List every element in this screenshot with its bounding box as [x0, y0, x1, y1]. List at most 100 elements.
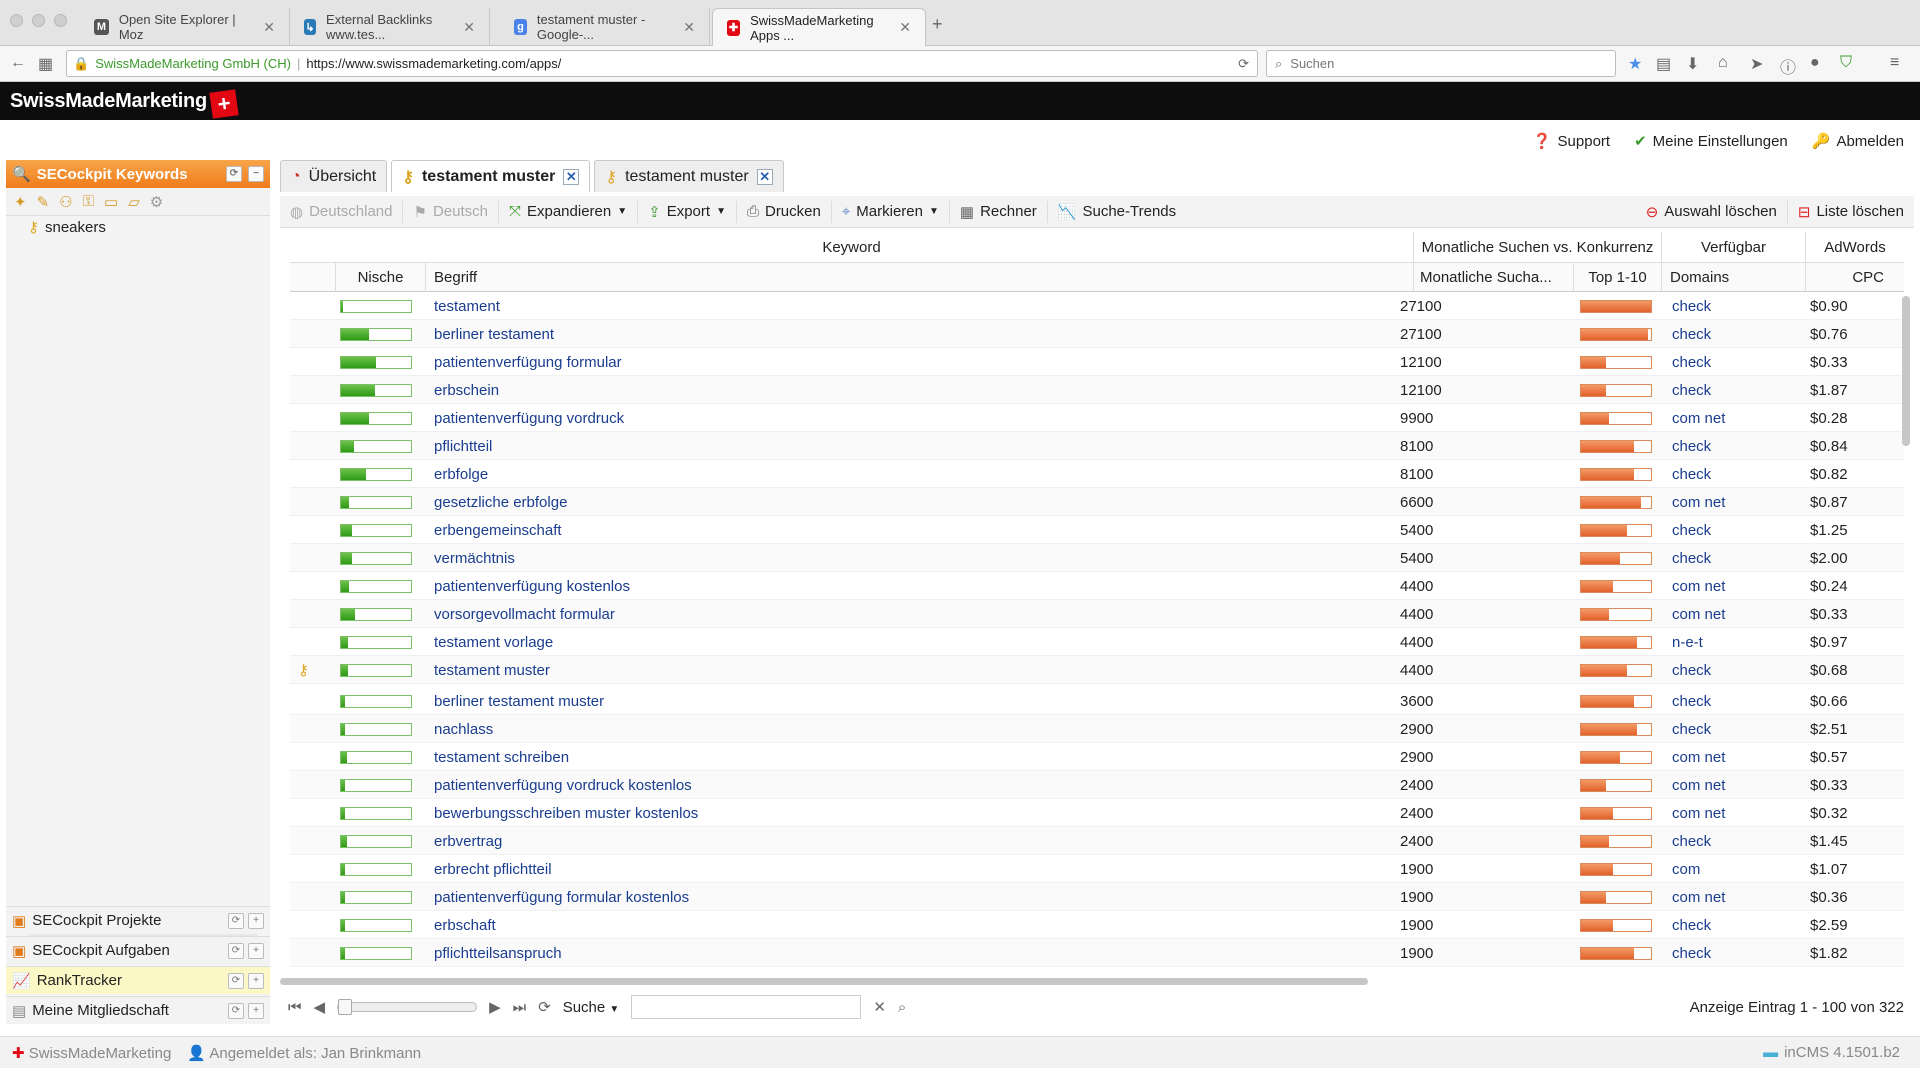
brand-logo[interactable]: SwissMadeMarketing + — [10, 89, 239, 119]
tab-testament-muster-active[interactable]: ⚷ testament muster ✕ — [391, 160, 591, 192]
url-bar[interactable]: 🔒 SwissMadeMarketing GmbH (CH) | https:/… — [66, 50, 1258, 77]
keyword-link[interactable]: erbengemeinschaft — [434, 516, 562, 544]
people-icon[interactable]: ⚇ — [59, 193, 72, 211]
table-row[interactable]: patientenverfügung vordruck kostenlos 240… — [290, 771, 1904, 799]
table-row[interactable]: erbschaft 1900 check $2.59 — [290, 911, 1904, 939]
collapse-icon[interactable]: − — [248, 166, 264, 182]
domains-link[interactable]: check — [1672, 432, 1711, 460]
clear-list-button[interactable]: ⊟ Liste löschen — [1788, 201, 1914, 223]
browser-tab-google[interactable]: g testament muster - Google-... ✕ — [500, 8, 710, 46]
reload-icon[interactable]: ⟳ — [1238, 56, 1249, 72]
country-button[interactable]: ◍ Deutschland — [280, 200, 404, 223]
expand-icon[interactable]: + — [248, 942, 264, 959]
edit-key-icon[interactable]: ✎ — [37, 193, 50, 211]
refresh-icon[interactable]: ⟳ — [226, 166, 242, 182]
col-header-term[interactable]: Begriff — [426, 262, 1414, 292]
grid-search-input[interactable] — [631, 995, 862, 1019]
shield-icon[interactable]: ⛉ — [1840, 54, 1852, 72]
new-folder-icon[interactable]: ▭ — [104, 193, 118, 211]
table-row[interactable]: bewerbungsschreiben muster kostenlos 2400… — [290, 799, 1904, 827]
keyword-link[interactable]: erbfolge — [434, 460, 488, 488]
chat-icon[interactable]: ● — [1810, 54, 1820, 72]
close-icon[interactable]: ✕ — [463, 19, 475, 36]
domains-link[interactable]: n-e-t — [1672, 628, 1703, 656]
close-icon[interactable]: ✕ — [756, 168, 773, 185]
clear-icon[interactable]: ✕ — [873, 998, 886, 1016]
logout-link[interactable]: 🔑 Abmelden — [1812, 132, 1904, 151]
domains-link[interactable]: com net — [1672, 799, 1725, 827]
open-folder-icon[interactable]: ▱ — [128, 193, 140, 211]
hamburger-menu-icon[interactable]: ≡ — [1890, 54, 1899, 72]
table-row[interactable]: erbvertrag 2400 check $1.45 — [290, 827, 1904, 855]
table-row[interactable]: erbschein 12100 check $1.87 — [290, 376, 1904, 404]
close-icon[interactable]: ✕ — [263, 19, 275, 36]
next-page-icon[interactable]: ▶ — [489, 998, 501, 1016]
domains-link[interactable]: check — [1672, 348, 1711, 376]
table-row[interactable]: pflichtteilsanspruch 1900 check $1.82 — [290, 939, 1904, 967]
print-button[interactable]: ⎙ Drucken — [737, 200, 832, 223]
info-icon[interactable]: ⓘ — [1780, 54, 1796, 78]
table-row[interactable]: erbengemeinschaft 5400 check $1.25 — [290, 516, 1904, 544]
table-row[interactable]: patientenverfügung kostenlos 4400 com net $… — [290, 572, 1904, 600]
gear-icon[interactable]: ⚙ — [150, 193, 163, 211]
browser-search-input[interactable]: ⌕ Suchen — [1266, 50, 1616, 77]
calculator-button[interactable]: ▦ Rechner — [950, 200, 1048, 223]
domains-link[interactable]: check — [1672, 911, 1711, 939]
mark-button[interactable]: ⌖ Markieren ▼ — [832, 200, 950, 223]
first-page-icon[interactable]: ⏮ — [288, 999, 302, 1016]
keyword-link[interactable]: testament schreiben — [434, 743, 569, 771]
panel-secockpit-projekte[interactable]: ▣ SECockpit Projekte ⟳ + — [6, 906, 270, 934]
refresh-icon[interactable]: ⟳ — [228, 1002, 244, 1019]
keyword-link[interactable]: berliner testament muster — [434, 687, 604, 715]
domains-link[interactable]: check — [1672, 544, 1711, 572]
domains-link[interactable]: check — [1672, 376, 1711, 404]
bookmark-star-icon[interactable]: ★ — [1628, 54, 1642, 74]
table-row[interactable]: berliner testament muster 3600 check $0.66 — [290, 687, 1904, 715]
expand-icon[interactable]: + — [248, 1002, 264, 1019]
keyword-link[interactable]: patientenverfügung formular kostenlos — [434, 883, 689, 911]
domains-link[interactable]: com net — [1672, 771, 1725, 799]
home-icon[interactable]: ⌂ — [1718, 54, 1728, 72]
keyword-link[interactable]: patientenverfügung vordruck kostenlos — [434, 771, 692, 799]
domains-link[interactable]: check — [1672, 516, 1711, 544]
slider-handle[interactable] — [338, 999, 353, 1015]
browser-tab-moz[interactable]: M Open Site Explorer | Moz ✕ — [80, 8, 290, 46]
page-slider[interactable] — [337, 999, 478, 1015]
domains-link[interactable]: com net — [1672, 600, 1725, 628]
search-trends-button[interactable]: 📉 Suche-Trends — [1048, 201, 1186, 223]
domains-link[interactable]: com net — [1672, 883, 1725, 911]
table-row[interactable]: ⚷ testament muster 4400 check $0.68 — [290, 656, 1904, 684]
expand-button[interactable]: ⤧ Expandieren ▼ — [499, 200, 639, 223]
refresh-icon[interactable]: ⟳ — [228, 942, 244, 959]
search-field-select[interactable]: Suche ▼ — [563, 999, 620, 1016]
keyword-link[interactable]: vorsorgevollmacht formular — [434, 600, 615, 628]
panel-meine-mitgliedschaft[interactable]: ▤ Meine Mitgliedschaft ⟳ + — [6, 996, 270, 1024]
settings-link[interactable]: ✔ Meine Einstellungen — [1634, 132, 1788, 151]
refresh-icon[interactable]: ⟳ — [538, 998, 551, 1016]
table-row[interactable]: patientenverfügung vordruck 9900 com net $0… — [290, 404, 1904, 432]
domains-link[interactable]: check — [1672, 827, 1711, 855]
support-link[interactable]: ❓ Support — [1533, 132, 1610, 151]
domains-link[interactable]: check — [1672, 460, 1711, 488]
expand-icon[interactable]: + — [248, 972, 264, 989]
keyword-link[interactable]: erbvertrag — [434, 827, 502, 855]
send-icon[interactable]: ➤ — [1750, 54, 1763, 74]
grid-horizontal-scrollbar[interactable] — [280, 978, 1368, 985]
table-row[interactable]: patientenverfügung formular kostenlos 190… — [290, 883, 1904, 911]
col-header-cpc[interactable]: CPC — [1806, 262, 1904, 292]
table-row[interactable]: erbfolge 8100 check $0.82 — [290, 460, 1904, 488]
download-icon[interactable]: ⬇ — [1686, 54, 1699, 74]
refresh-icon[interactable]: ⟳ — [228, 912, 244, 929]
table-row[interactable]: berliner testament 27100 check $0.76 — [290, 320, 1904, 348]
tab-uebersicht[interactable]: ◔ Übersicht — [280, 160, 388, 192]
library-icon[interactable]: ▦ — [38, 54, 53, 74]
window-minimize-button[interactable] — [32, 14, 45, 27]
table-row[interactable]: gesetzliche erbfolge 6600 com net $0.87 — [290, 488, 1904, 516]
search-icon[interactable]: ⌕ — [898, 999, 906, 1016]
col-header-domains[interactable]: Domains — [1662, 262, 1806, 292]
key-icon[interactable]: ⚿ — [83, 193, 94, 210]
clear-selection-button[interactable]: ⊖ Auswahl löschen — [1636, 200, 1788, 223]
table-row[interactable]: nachlass 2900 check $2.51 — [290, 715, 1904, 743]
keyword-link[interactable]: vermächtnis — [434, 544, 515, 572]
close-icon[interactable]: ✕ — [683, 19, 695, 36]
